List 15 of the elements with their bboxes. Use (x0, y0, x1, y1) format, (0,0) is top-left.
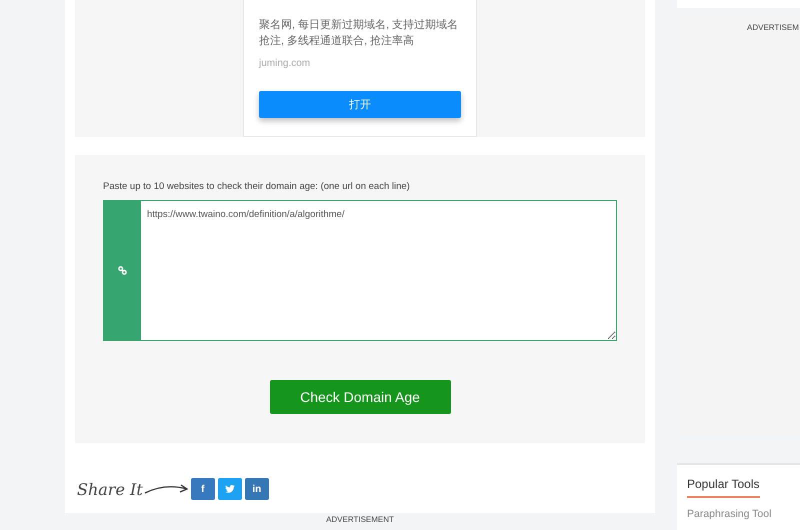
open-button[interactable]: 打开 (259, 91, 461, 118)
tool-link[interactable]: Paraphrasing Tool (687, 508, 790, 520)
facebook-share-button[interactable]: f (190, 478, 215, 500)
card-description: 聚名网, 每日更新过期域名, 支持过期域名抢注, 多线程通道联合, 抢注率高 (259, 18, 460, 49)
curved-arrow-icon (142, 483, 191, 495)
card-domain: juming.com (259, 58, 312, 69)
twitter-share-button[interactable] (218, 478, 242, 500)
advertisement-label: ADVERTISEMENT (325, 515, 395, 524)
input-label: Paste up to 10 websites to check their domain age: (one url on each line) (103, 181, 411, 192)
check-domain-age-button[interactable]: Check Domain Age (270, 380, 450, 414)
linkedin-share-button[interactable]: in (244, 478, 269, 500)
bird-icon (224, 485, 235, 493)
advertisement-area: ADVERTISEM (677, 14, 800, 435)
popular-tools-title: Popular Tools (687, 477, 760, 498)
share-label: Share It (77, 480, 143, 498)
